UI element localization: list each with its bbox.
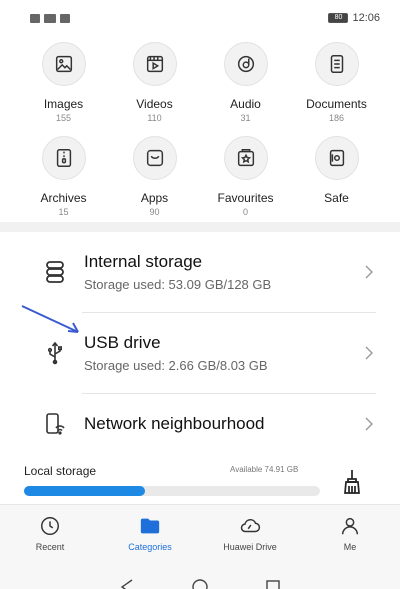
category-count: 31 — [240, 113, 251, 123]
status-indicators — [30, 13, 70, 23]
nav-label: Huawei Drive — [223, 542, 277, 552]
nav-label: Categories — [128, 542, 172, 552]
clock-icon — [41, 517, 59, 535]
favourites-icon — [223, 136, 268, 180]
category-apps[interactable]: Apps 90 — [109, 136, 200, 218]
system-navigation-bar — [0, 564, 400, 589]
row-title: USB drive — [84, 333, 161, 352]
nav-recent[interactable]: Recent — [0, 505, 100, 564]
cloud-icon — [240, 518, 261, 533]
storage-usage-fill — [24, 486, 146, 496]
person-icon — [341, 517, 359, 535]
category-label: Archives — [40, 191, 87, 205]
chevron-right-icon — [365, 417, 373, 431]
document-icon — [314, 42, 359, 86]
category-images[interactable]: Images 155 — [18, 42, 109, 124]
local-storage-title: Local storage — [24, 464, 97, 478]
wifi-icon — [60, 13, 70, 23]
nav-me[interactable]: Me — [300, 505, 400, 564]
annotation-arrow-icon — [21, 305, 79, 333]
section-divider — [0, 222, 400, 232]
storage-list: Internal storage Storage used: 53.09 GB/… — [0, 232, 400, 454]
folder-icon — [140, 518, 160, 534]
archive-icon — [41, 136, 86, 180]
nav-label: Recent — [35, 542, 65, 552]
category-label: Documents — [306, 97, 367, 111]
nav-label: Me — [343, 542, 357, 552]
image-icon — [41, 42, 86, 86]
status-bar: 80 12:06 — [0, 0, 400, 36]
row-title: Internal storage — [84, 252, 203, 271]
category-documents[interactable]: Documents 186 — [291, 42, 382, 124]
apps-icon — [132, 136, 177, 180]
category-favourites[interactable]: Favourites 0 — [200, 136, 291, 218]
usb-icon — [42, 340, 68, 366]
nav-categories[interactable]: Categories — [100, 505, 200, 564]
category-audio[interactable]: Audio 31 — [200, 42, 291, 124]
video-icon — [132, 42, 177, 86]
category-count: 0 — [242, 207, 248, 217]
row-subtitle: Storage used: 53.09 GB/128 GB — [84, 277, 272, 292]
category-label: Audio — [230, 97, 261, 111]
category-label: Videos — [136, 97, 173, 111]
bottom-navigation: Recent Categories Huawei Drive Me — [0, 504, 400, 564]
category-label: Apps — [140, 191, 169, 205]
signal-icon — [44, 13, 56, 23]
storage-icon — [42, 259, 68, 285]
status-time: 12:06 — [352, 12, 380, 24]
recents-square-icon[interactable] — [264, 578, 282, 589]
network-neighbourhood-row[interactable]: Network neighbourhood — [0, 394, 400, 454]
row-title: Network neighbourhood — [84, 414, 265, 433]
chevron-right-icon — [365, 346, 373, 360]
storage-usage-bar — [24, 486, 320, 496]
chevron-right-icon — [365, 265, 373, 279]
back-triangle-icon[interactable] — [118, 578, 136, 589]
home-circle-icon[interactable] — [191, 578, 209, 589]
category-safe[interactable]: Safe — [291, 136, 382, 218]
category-count: 186 — [328, 113, 345, 123]
category-videos[interactable]: Videos 110 — [109, 42, 200, 124]
nav-huawei-drive[interactable]: Huawei Drive — [200, 505, 300, 564]
audio-icon — [223, 42, 268, 86]
safe-icon — [314, 136, 359, 180]
battery-icon: 80 — [328, 13, 349, 23]
category-count: 90 — [149, 207, 160, 217]
clean-up-broom-icon[interactable] — [340, 468, 364, 496]
category-grid: Images 155 Videos 110 Audio 31 Documents… — [0, 42, 400, 218]
category-archives[interactable]: Archives 15 — [18, 136, 109, 218]
row-subtitle: Storage used: 2.66 GB/8.03 GB — [84, 358, 268, 373]
category-count: 110 — [147, 113, 162, 123]
sim-icon — [30, 13, 40, 23]
status-right: 80 12:06 — [328, 12, 380, 24]
category-label: Safe — [324, 191, 349, 205]
category-count: 15 — [58, 207, 69, 217]
available-space: Available 74.91 GB — [230, 465, 299, 474]
network-device-icon — [42, 411, 68, 437]
category-label: Images — [43, 97, 84, 111]
local-storage-section: Local storage Available 74.91 GB — [0, 454, 400, 504]
category-label: Favourites — [217, 191, 274, 205]
category-count: 155 — [55, 113, 72, 123]
